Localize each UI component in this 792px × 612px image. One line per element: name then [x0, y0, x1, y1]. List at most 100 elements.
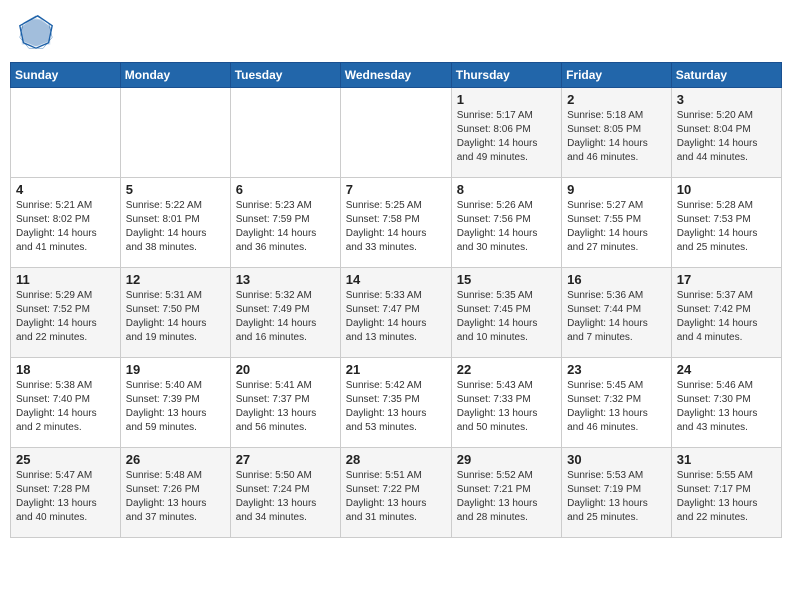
day-info: Sunrise: 5:26 AM Sunset: 7:56 PM Dayligh… — [457, 199, 556, 255]
day-info: Sunrise: 5:40 AM Sunset: 7:39 PM Dayligh… — [126, 379, 225, 435]
day-info: Sunrise: 5:23 AM Sunset: 7:59 PM Dayligh… — [236, 199, 335, 255]
calendar-cell: 31 Sunrise: 5:55 AM Sunset: 7:17 PM Dayli… — [671, 448, 781, 538]
day-number: 24 — [677, 362, 776, 377]
day-number: 2 — [567, 92, 666, 107]
week-row-1: 4 Sunrise: 5:21 AM Sunset: 8:02 PM Daylig… — [11, 178, 782, 268]
day-number: 16 — [567, 272, 666, 287]
day-info: Sunrise: 5:33 AM Sunset: 7:47 PM Dayligh… — [346, 289, 446, 345]
day-number: 19 — [126, 362, 225, 377]
day-number: 27 — [236, 452, 335, 467]
day-info: Sunrise: 5:36 AM Sunset: 7:44 PM Dayligh… — [567, 289, 666, 345]
day-info: Sunrise: 5:31 AM Sunset: 7:50 PM Dayligh… — [126, 289, 225, 345]
calendar-cell: 30 Sunrise: 5:53 AM Sunset: 7:19 PM Dayli… — [562, 448, 672, 538]
calendar-cell: 22 Sunrise: 5:43 AM Sunset: 7:33 PM Dayli… — [451, 358, 561, 448]
calendar-cell: 2 Sunrise: 5:18 AM Sunset: 8:05 PM Daylig… — [562, 88, 672, 178]
day-info: Sunrise: 5:50 AM Sunset: 7:24 PM Dayligh… — [236, 469, 335, 525]
calendar-cell — [230, 88, 340, 178]
day-number: 21 — [346, 362, 446, 377]
day-info: Sunrise: 5:47 AM Sunset: 7:28 PM Dayligh… — [16, 469, 115, 525]
day-info: Sunrise: 5:21 AM Sunset: 8:02 PM Dayligh… — [16, 199, 115, 255]
day-info: Sunrise: 5:27 AM Sunset: 7:55 PM Dayligh… — [567, 199, 666, 255]
calendar-cell — [11, 88, 121, 178]
calendar-cell: 5 Sunrise: 5:22 AM Sunset: 8:01 PM Daylig… — [120, 178, 230, 268]
day-number: 28 — [346, 452, 446, 467]
calendar-table: SundayMondayTuesdayWednesdayThursdayFrid… — [10, 62, 782, 538]
day-info: Sunrise: 5:18 AM Sunset: 8:05 PM Dayligh… — [567, 109, 666, 165]
day-number: 18 — [16, 362, 115, 377]
day-number: 23 — [567, 362, 666, 377]
day-info: Sunrise: 5:42 AM Sunset: 7:35 PM Dayligh… — [346, 379, 446, 435]
calendar-cell: 12 Sunrise: 5:31 AM Sunset: 7:50 PM Dayli… — [120, 268, 230, 358]
day-number: 1 — [457, 92, 556, 107]
day-info: Sunrise: 5:25 AM Sunset: 7:58 PM Dayligh… — [346, 199, 446, 255]
week-row-0: 1 Sunrise: 5:17 AM Sunset: 8:06 PM Daylig… — [11, 88, 782, 178]
calendar-cell: 25 Sunrise: 5:47 AM Sunset: 7:28 PM Dayli… — [11, 448, 121, 538]
weekday-header-thursday: Thursday — [451, 63, 561, 88]
logo-icon — [18, 14, 54, 50]
day-number: 7 — [346, 182, 446, 197]
calendar-cell: 8 Sunrise: 5:26 AM Sunset: 7:56 PM Daylig… — [451, 178, 561, 268]
day-number: 6 — [236, 182, 335, 197]
week-row-4: 25 Sunrise: 5:47 AM Sunset: 7:28 PM Dayli… — [11, 448, 782, 538]
day-info: Sunrise: 5:17 AM Sunset: 8:06 PM Dayligh… — [457, 109, 556, 165]
day-info: Sunrise: 5:28 AM Sunset: 7:53 PM Dayligh… — [677, 199, 776, 255]
day-info: Sunrise: 5:20 AM Sunset: 8:04 PM Dayligh… — [677, 109, 776, 165]
calendar-cell: 16 Sunrise: 5:36 AM Sunset: 7:44 PM Dayli… — [562, 268, 672, 358]
calendar-cell: 26 Sunrise: 5:48 AM Sunset: 7:26 PM Dayli… — [120, 448, 230, 538]
calendar-cell: 23Sunrise: 5:45 AM Sunset: 7:32 PM Dayli… — [562, 358, 672, 448]
day-info: Sunrise: 5:38 AM Sunset: 7:40 PM Dayligh… — [16, 379, 115, 435]
calendar-cell: 28 Sunrise: 5:51 AM Sunset: 7:22 PM Dayli… — [340, 448, 451, 538]
day-number: 22 — [457, 362, 556, 377]
calendar-cell: 18 Sunrise: 5:38 AM Sunset: 7:40 PM Dayli… — [11, 358, 121, 448]
day-number: 8 — [457, 182, 556, 197]
calendar-cell: 24 Sunrise: 5:46 AM Sunset: 7:30 PM Dayli… — [671, 358, 781, 448]
day-number: 20 — [236, 362, 335, 377]
day-number: 15 — [457, 272, 556, 287]
day-number: 4 — [16, 182, 115, 197]
day-info: Sunrise: 5:37 AM Sunset: 7:42 PM Dayligh… — [677, 289, 776, 345]
day-info: Sunrise: 5:46 AM Sunset: 7:30 PM Dayligh… — [677, 379, 776, 435]
day-info: Sunrise: 5:48 AM Sunset: 7:26 PM Dayligh… — [126, 469, 225, 525]
day-number: 13 — [236, 272, 335, 287]
day-info: Sunrise: 5:43 AM Sunset: 7:33 PM Dayligh… — [457, 379, 556, 435]
day-number: 30 — [567, 452, 666, 467]
calendar-cell: 9 Sunrise: 5:27 AM Sunset: 7:55 PM Daylig… — [562, 178, 672, 268]
calendar-cell: 27 Sunrise: 5:50 AM Sunset: 7:24 PM Dayli… — [230, 448, 340, 538]
calendar-cell: 21 Sunrise: 5:42 AM Sunset: 7:35 PM Dayli… — [340, 358, 451, 448]
week-row-3: 18 Sunrise: 5:38 AM Sunset: 7:40 PM Dayli… — [11, 358, 782, 448]
day-info: Sunrise: 5:29 AM Sunset: 7:52 PM Dayligh… — [16, 289, 115, 345]
calendar-cell: 11 Sunrise: 5:29 AM Sunset: 7:52 PM Dayli… — [11, 268, 121, 358]
day-info: Sunrise: 5:32 AM Sunset: 7:49 PM Dayligh… — [236, 289, 335, 345]
day-number: 3 — [677, 92, 776, 107]
day-number: 5 — [126, 182, 225, 197]
day-number: 11 — [16, 272, 115, 287]
calendar-cell: 6 Sunrise: 5:23 AM Sunset: 7:59 PM Daylig… — [230, 178, 340, 268]
weekday-header-monday: Monday — [120, 63, 230, 88]
weekday-header-friday: Friday — [562, 63, 672, 88]
day-info: Sunrise: 5:52 AM Sunset: 7:21 PM Dayligh… — [457, 469, 556, 525]
calendar-cell: 17 Sunrise: 5:37 AM Sunset: 7:42 PM Dayli… — [671, 268, 781, 358]
day-number: 17 — [677, 272, 776, 287]
calendar-cell: 20 Sunrise: 5:41 AM Sunset: 7:37 PM Dayli… — [230, 358, 340, 448]
day-info: Sunrise: 5:53 AM Sunset: 7:19 PM Dayligh… — [567, 469, 666, 525]
day-number: 26 — [126, 452, 225, 467]
day-number: 31 — [677, 452, 776, 467]
day-number: 10 — [677, 182, 776, 197]
day-info: Sunrise: 5:22 AM Sunset: 8:01 PM Dayligh… — [126, 199, 225, 255]
logo — [18, 14, 58, 50]
day-number: 9 — [567, 182, 666, 197]
day-info: Sunrise: 5:41 AM Sunset: 7:37 PM Dayligh… — [236, 379, 335, 435]
weekday-header-sunday: Sunday — [11, 63, 121, 88]
calendar-cell: 14 Sunrise: 5:33 AM Sunset: 7:47 PM Dayli… — [340, 268, 451, 358]
day-info: Sunrise: 5:51 AM Sunset: 7:22 PM Dayligh… — [346, 469, 446, 525]
day-number: 12 — [126, 272, 225, 287]
calendar-cell: 7 Sunrise: 5:25 AM Sunset: 7:58 PM Daylig… — [340, 178, 451, 268]
weekday-header-tuesday: Tuesday — [230, 63, 340, 88]
calendar-cell — [120, 88, 230, 178]
calendar-cell: 15Sunrise: 5:35 AM Sunset: 7:45 PM Dayli… — [451, 268, 561, 358]
day-number: 25 — [16, 452, 115, 467]
day-number: 14 — [346, 272, 446, 287]
weekday-header-saturday: Saturday — [671, 63, 781, 88]
calendar-cell: 29Sunrise: 5:52 AM Sunset: 7:21 PM Dayli… — [451, 448, 561, 538]
day-info: Sunrise: 5:55 AM Sunset: 7:17 PM Dayligh… — [677, 469, 776, 525]
